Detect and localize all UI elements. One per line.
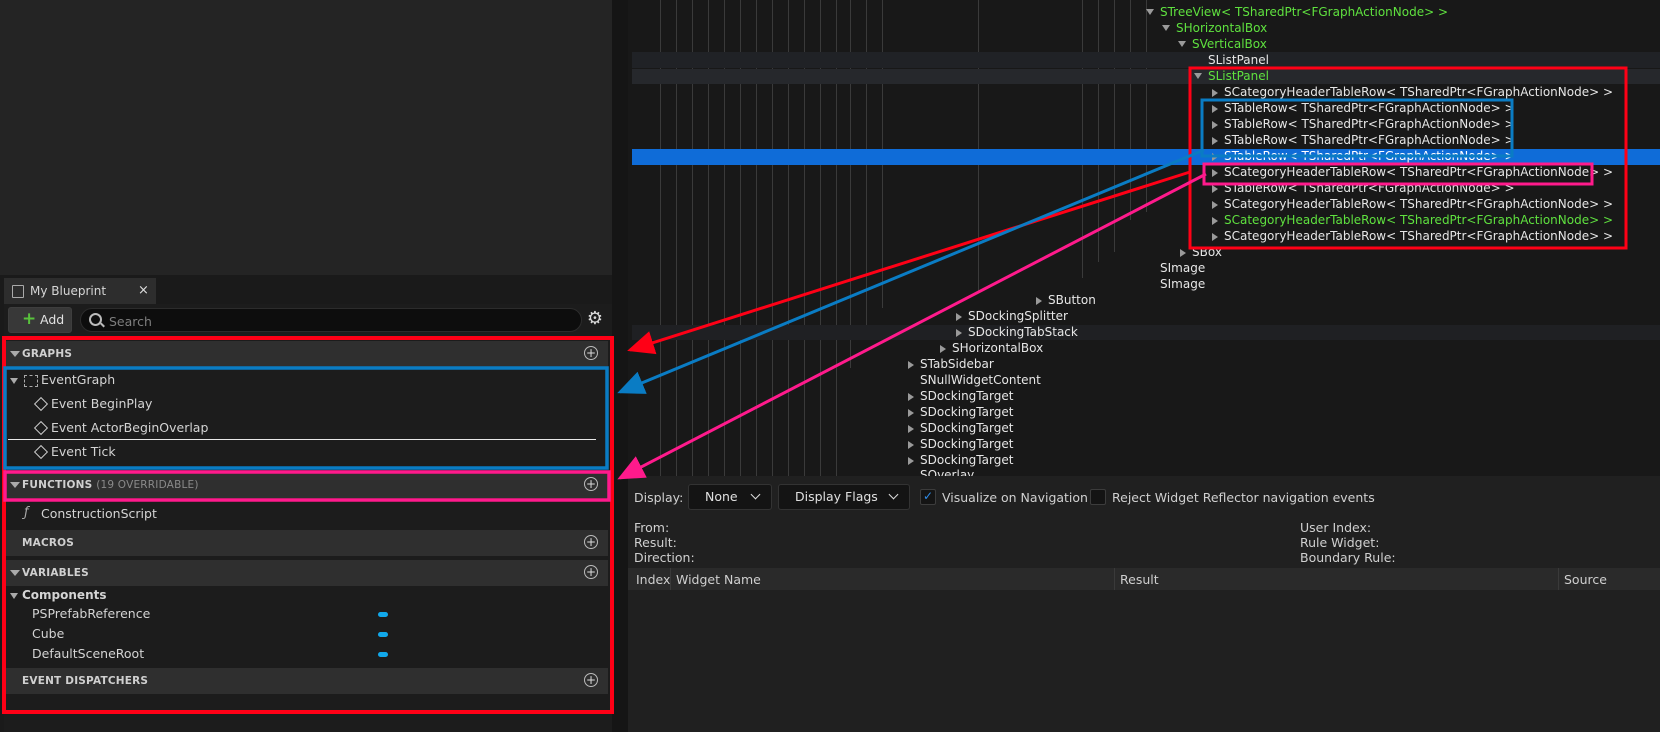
annotation-arrow-red [627,170,1191,355]
annotation-box-blue [1200,98,1514,158]
annotation-arrow-blue [617,148,1205,394]
annotation-overlay [2,66,1628,714]
annotation-box-blue [3,366,609,470]
annotation-box-pink [1202,162,1594,186]
annotation-box-pink [3,470,611,502]
annotation-box-red [1188,66,1628,250]
annotation-box-red [2,336,614,714]
